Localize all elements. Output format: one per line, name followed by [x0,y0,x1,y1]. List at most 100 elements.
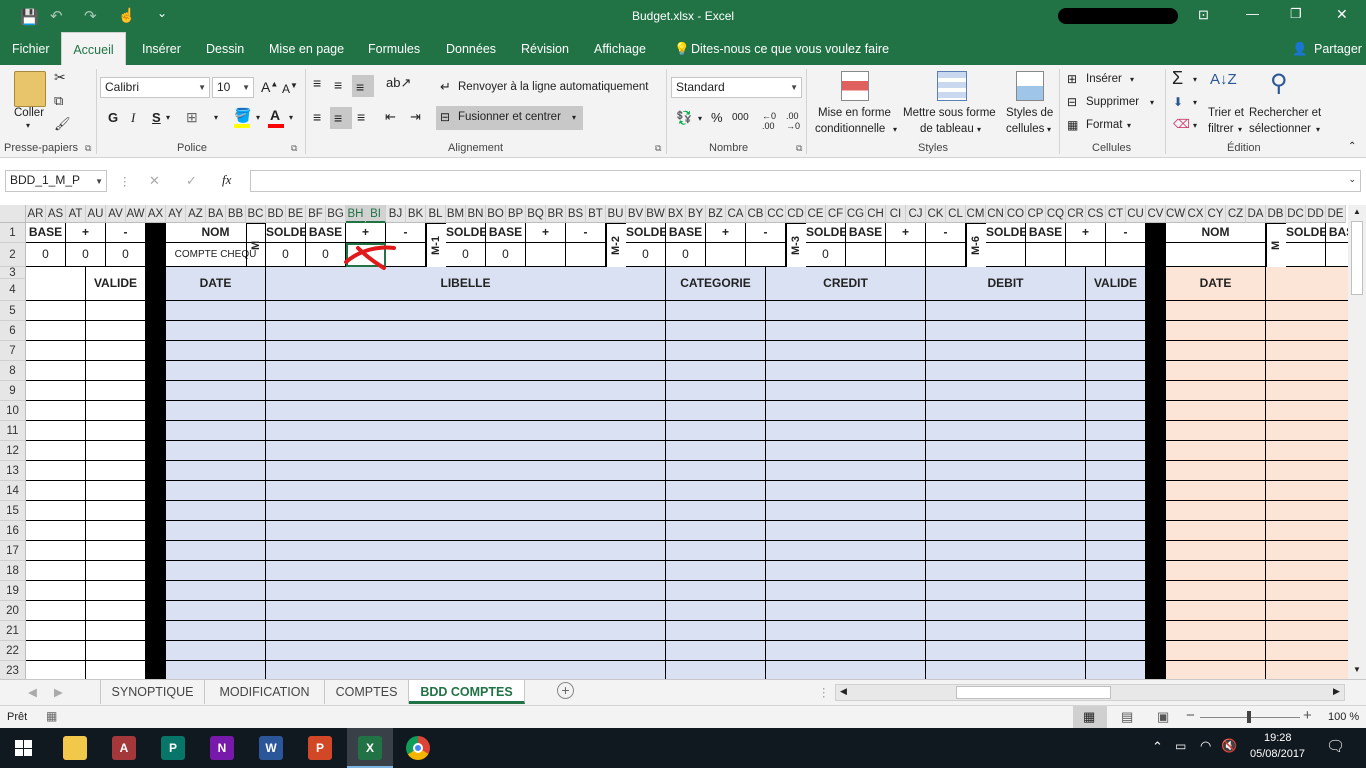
data-cell[interactable] [266,381,666,401]
data-cell[interactable] [1166,481,1266,501]
font-name-select[interactable]: Calibri ▼ [100,77,210,98]
data-cell[interactable] [166,641,266,661]
sheet-tab-comptes[interactable]: COMPTES [325,680,409,704]
restore-button[interactable]: ❐ [1290,6,1302,22]
formula-input[interactable]: ⌄ [250,170,1361,192]
column-header-bo[interactable]: BO [486,205,506,223]
macro-record-icon[interactable]: ▦ [46,709,57,723]
row-header-4[interactable]: 4 [0,279,26,301]
data-cell[interactable] [1086,301,1146,321]
data-cell[interactable] [266,441,666,461]
name-box[interactable]: BDD_1_M_P ▼ [5,170,107,192]
scroll-left-icon[interactable]: ◀ [840,686,847,697]
borders-icon[interactable]: ⊞ [186,109,198,126]
data-cell[interactable] [666,341,766,361]
column-header-cm[interactable]: CM [966,205,986,223]
data-cell[interactable] [926,641,1086,661]
data-cell[interactable] [26,581,86,601]
chrome-icon[interactable] [406,736,430,760]
data-cell[interactable] [1166,601,1266,621]
clear-icon[interactable]: ⌫ [1173,117,1190,131]
column-header-ar[interactable]: AR [26,205,46,223]
data-cell[interactable] [1266,501,1348,521]
thousands-button[interactable]: 000 [732,112,749,123]
align-middle-icon[interactable]: ≡ [334,77,342,93]
onenote-icon[interactable]: N [210,736,234,760]
sheet-tab-synoptique[interactable]: SYNOPTIQUE [101,680,205,704]
header-plus[interactable]: + [1066,223,1106,243]
chevron-down-icon[interactable]: ▾ [1193,121,1197,130]
header-debit[interactable]: DEBIT [926,267,1086,301]
data-cell[interactable] [86,341,146,361]
data-cell[interactable] [166,561,266,581]
accounting-format-icon[interactable]: 💱 [676,110,692,126]
data-cell[interactable] [1086,541,1146,561]
row-header-15[interactable]: 15 [0,501,26,521]
powerpoint-icon[interactable]: P [308,736,332,760]
data-cell[interactable] [926,541,1086,561]
data-cell[interactable] [266,501,666,521]
conditional-formatting-line2[interactable]: conditionnelle [815,123,885,135]
data-cell[interactable] [26,301,86,321]
column-header-bz[interactable]: BZ [706,205,726,223]
data-cell[interactable] [926,401,1086,421]
row-header-7[interactable]: 7 [0,341,26,361]
cell-styles-icon[interactable] [1016,71,1044,101]
tab-insert[interactable]: Insérer [142,32,181,65]
data-cell[interactable] [266,321,666,341]
column-header-cb[interactable]: CB [746,205,766,223]
data-cell[interactable] [1166,421,1266,441]
data-cell[interactable] [666,461,766,481]
column-header-bu[interactable]: BU [606,205,626,223]
data-cell[interactable] [926,461,1086,481]
column-header-ax[interactable]: AX [146,205,166,223]
cut-icon[interactable]: ✂ [54,69,66,86]
data-cell[interactable] [26,461,86,481]
data-cell[interactable] [1086,661,1146,679]
header-valide[interactable]: VALIDE [86,267,146,301]
data-cell[interactable] [1166,561,1266,581]
data-cell[interactable] [666,481,766,501]
data-cell[interactable] [166,321,266,341]
data-cell[interactable] [266,301,666,321]
column-header-cy[interactable]: CY [1206,205,1226,223]
data-cell[interactable] [266,481,666,501]
fill-color-icon[interactable]: 🪣 [234,107,251,124]
data-cell[interactable] [926,501,1086,521]
number-format-select[interactable]: Standard ▼ [671,77,802,98]
chevron-down-icon[interactable]: ▾ [289,113,293,122]
header-plus[interactable]: + [886,223,926,243]
header-nom[interactable]: NOM [1166,223,1266,243]
column-header-be[interactable]: BE [286,205,306,223]
value-cell[interactable]: 0 [486,243,526,267]
decrease-indent-icon[interactable]: ⇤ [385,109,396,125]
tab-file[interactable]: Fichier [12,32,50,65]
data-cell[interactable] [86,521,146,541]
tab-home[interactable]: Accueil [61,32,126,66]
column-header-ci[interactable]: CI [886,205,906,223]
align-top-icon[interactable]: ≡ [313,75,321,91]
data-cell[interactable] [1266,361,1348,381]
data-cell[interactable] [1086,501,1146,521]
data-cell[interactable] [1166,341,1266,361]
column-header-ck[interactable]: CK [926,205,946,223]
header-minus[interactable]: - [1106,223,1146,243]
data-cell[interactable] [926,581,1086,601]
data-cell[interactable] [1166,521,1266,541]
column-header-dc[interactable]: DC [1286,205,1306,223]
column-header-de[interactable]: DE [1326,205,1346,223]
data-cell[interactable] [666,621,766,641]
value-cell[interactable] [566,243,606,267]
delete-cells-icon[interactable]: ⊟ [1067,95,1077,109]
column-header-db[interactable]: DB [1266,205,1286,223]
zoom-in-button[interactable]: + [1303,707,1312,724]
data-cell[interactable] [86,501,146,521]
access-icon[interactable]: A [112,736,136,760]
data-cell[interactable] [166,541,266,561]
column-header-ca[interactable]: CA [726,205,746,223]
header-plus[interactable]: + [526,223,566,243]
data-cell[interactable] [766,501,926,521]
data-cell[interactable] [26,381,86,401]
data-cell[interactable] [86,421,146,441]
column-header-au[interactable]: AU [86,205,106,223]
